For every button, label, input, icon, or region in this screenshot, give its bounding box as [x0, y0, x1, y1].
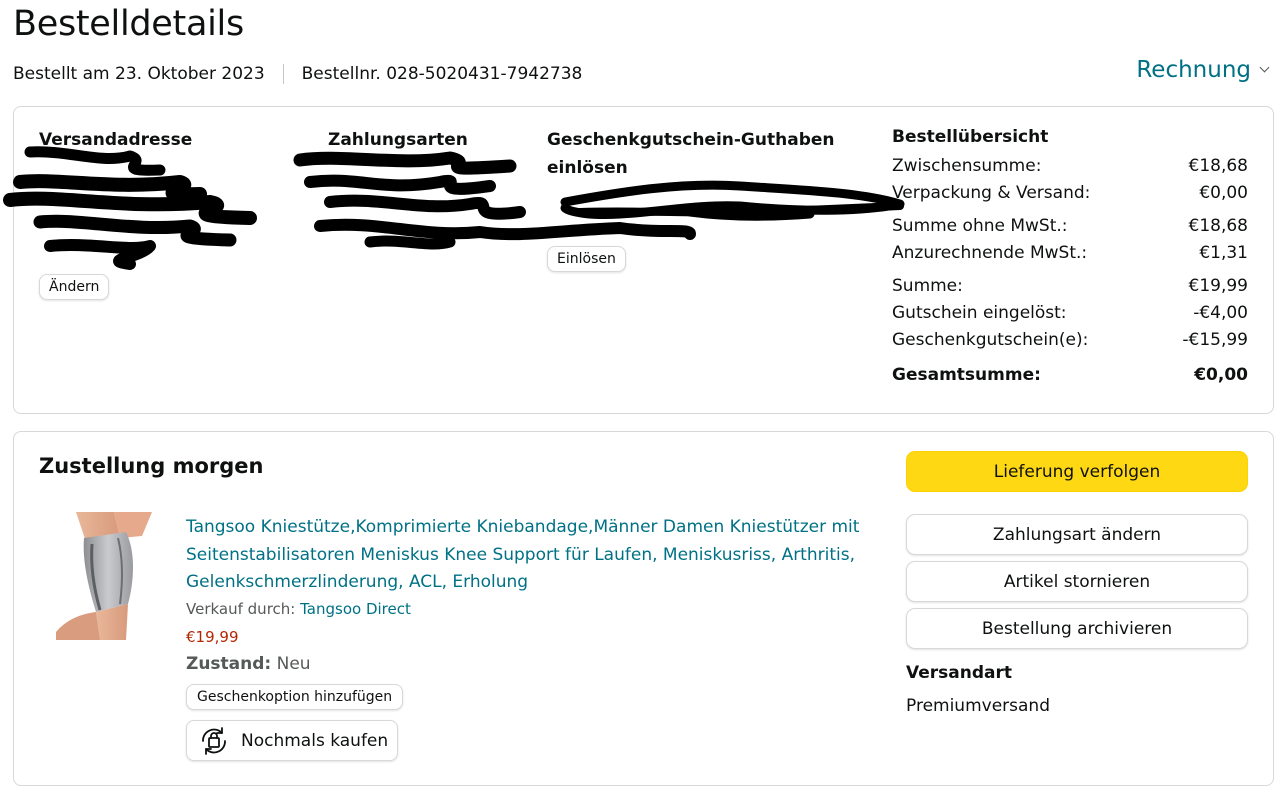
buy-again-icon: [202, 726, 226, 755]
invoice-label: Rechnung: [1136, 57, 1251, 83]
invoice-dropdown[interactable]: Rechnung: [1136, 57, 1270, 83]
summary-row: Verpackung & Versand: €0,00: [892, 183, 1248, 203]
summary-total-row: Gesamtsumme: €0,00: [892, 365, 1248, 385]
summary-row: Zwischensumme: €18,68: [892, 156, 1248, 176]
buy-again-label: Nochmals kaufen: [241, 730, 389, 751]
sold-by-label: Verkauf durch:: [186, 600, 296, 618]
summary-row: Summe ohne MwSt.: €18,68: [892, 216, 1248, 236]
chevron-down-icon: [1259, 62, 1270, 73]
meta-divider: [282, 64, 284, 84]
change-address-button[interactable]: Ändern: [39, 274, 110, 300]
redaction-scribble: [3, 146, 905, 270]
summary-row: Anzurechnende MwSt.: €1,31: [892, 243, 1248, 263]
buy-again-button[interactable]: Nochmals kaufen: [186, 720, 398, 761]
archive-order-button[interactable]: Bestellung archivieren: [906, 608, 1248, 649]
summary-title: Bestellübersicht: [892, 127, 1049, 147]
summary-row: Summe: €19,99: [892, 276, 1248, 296]
product-image[interactable]: [56, 512, 156, 640]
order-info-card: Versandadresse Zahlungsarten Geschenkgut…: [3, 106, 1274, 414]
seller-link[interactable]: Tangsoo Direct: [300, 600, 411, 618]
track-delivery-button[interactable]: Lieferung verfolgen: [906, 451, 1248, 492]
order-meta: Bestellt am 23. Oktober 2023 Bestellnr. …: [13, 64, 582, 84]
cancel-item-button[interactable]: Artikel stornieren: [906, 561, 1248, 602]
summary-row: Gutschein eingelöst: -€4,00: [892, 303, 1248, 323]
condition-value: Neu: [276, 654, 311, 674]
product-price: €19,99: [186, 628, 239, 646]
order-date: Bestellt am 23. Oktober 2023: [13, 64, 265, 84]
shipping-type-value: Premiumversand: [906, 696, 1050, 716]
product-condition: Zustand: Neu: [186, 654, 311, 674]
product-title-link[interactable]: Tangsoo Kniestütze,Komprimierte Knieband…: [186, 514, 866, 597]
delivery-title: Zustellung morgen: [39, 454, 264, 478]
seller-line: Verkauf durch: Tangsoo Direct: [186, 600, 411, 618]
order-summary: Bestellübersicht Zwischensumme: €18,68 Ve…: [892, 127, 1248, 389]
change-payment-button[interactable]: Zahlungsart ändern: [906, 514, 1248, 555]
order-number: Bestellnr. 028-5020431-7942738: [301, 64, 583, 84]
add-gift-option-button[interactable]: Geschenkoption hinzufügen: [186, 684, 404, 710]
condition-label: Zustand:: [186, 654, 272, 674]
shipping-type-label: Versandart: [906, 663, 1012, 683]
page-title: Bestelldetails: [13, 4, 244, 44]
redeem-giftcard-button[interactable]: Einlösen: [547, 246, 626, 272]
delivery-card: Zustellung morgen Tangsoo Kniestütze,Kom…: [13, 431, 1274, 786]
summary-row: Geschenkgutschein(e): -€15,99: [892, 330, 1248, 350]
